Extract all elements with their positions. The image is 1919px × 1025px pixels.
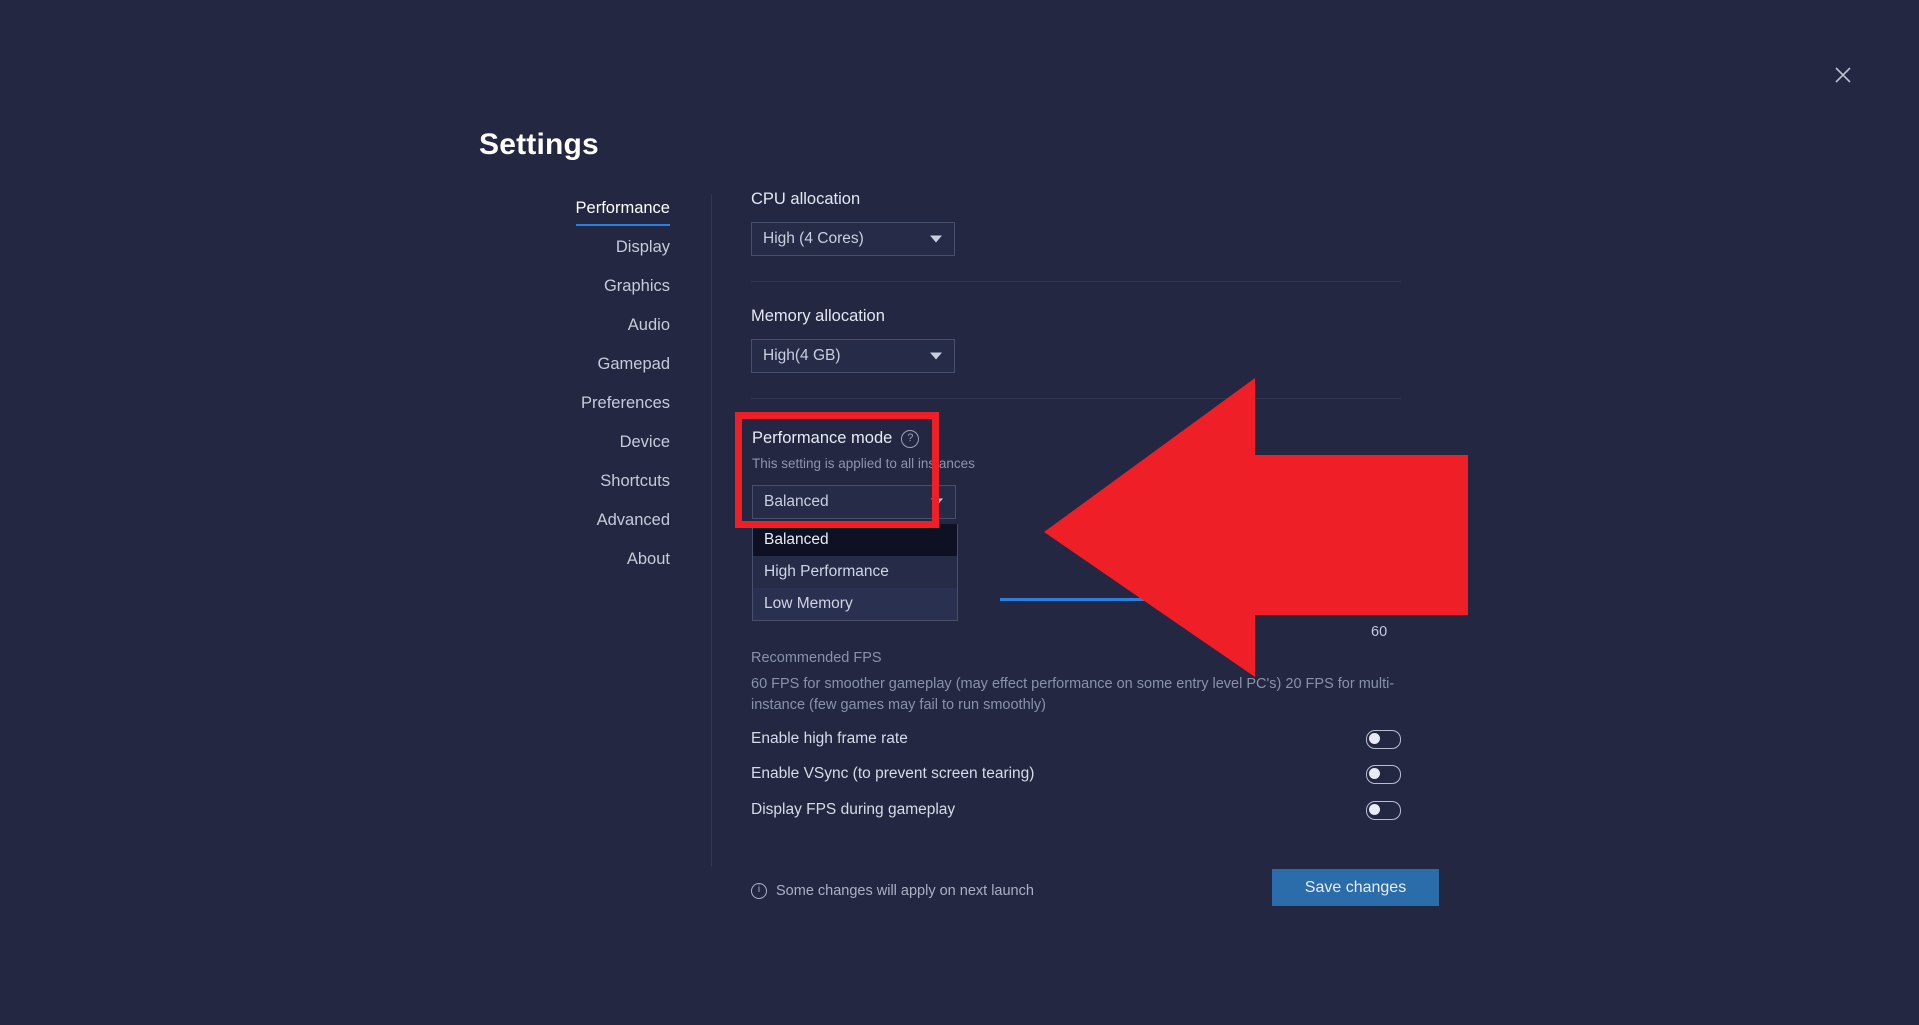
cpu-allocation-select[interactable]: High (4 Cores)	[751, 222, 955, 256]
sidebar-item-label: Performance	[576, 198, 670, 226]
sidebar-item-audio[interactable]: Audio	[410, 315, 670, 354]
page-title: Settings	[479, 128, 599, 162]
close-icon	[1833, 65, 1853, 85]
sidebar-item-performance[interactable]: Performance	[410, 198, 670, 237]
toggle-row-high-frame-rate: Enable high frame rate	[751, 728, 1401, 750]
toggle-label: Enable high frame rate	[751, 730, 908, 748]
dropdown-option-high-performance[interactable]: High Performance	[753, 556, 957, 588]
chevron-down-icon	[930, 236, 942, 243]
performance-mode-select[interactable]: Balanced	[752, 485, 956, 519]
fps-slider-handle[interactable]	[1380, 592, 1395, 607]
section-divider	[751, 398, 1401, 399]
fps-slider-track	[1000, 598, 1388, 601]
settings-sidebar: Performance Display Graphics Audio Gamep…	[410, 198, 670, 588]
sidebar-item-gamepad[interactable]: Gamepad	[410, 354, 670, 393]
sidebar-content-divider	[711, 194, 712, 866]
toggle-knob	[1369, 768, 1380, 779]
performance-settings-panel: CPU allocation High (4 Cores) Memory all…	[751, 190, 1401, 424]
memory-allocation-select[interactable]: High(4 GB)	[751, 339, 955, 373]
sidebar-item-device[interactable]: Device	[410, 432, 670, 471]
sidebar-item-graphics[interactable]: Graphics	[410, 276, 670, 315]
sidebar-item-advanced[interactable]: Advanced	[410, 510, 670, 549]
sidebar-item-shortcuts[interactable]: Shortcuts	[410, 471, 670, 510]
toggle-label: Enable VSync (to prevent screen tearing)	[751, 765, 1034, 783]
performance-mode-dropdown[interactable]: Balanced High Performance Low Memory	[752, 524, 958, 621]
performance-mode-label: Performance mode	[752, 429, 892, 448]
toggle-label: Display FPS during gameplay	[751, 801, 955, 819]
fps-slider-track-wrap[interactable]	[1000, 598, 1400, 602]
sidebar-item-preferences[interactable]: Preferences	[410, 393, 670, 432]
sidebar-item-label: Shortcuts	[600, 471, 670, 497]
toggle-row-display-fps: Display FPS during gameplay	[751, 799, 1401, 821]
toggle-knob	[1369, 804, 1380, 815]
recommended-fps-label: Recommended FPS	[751, 650, 882, 666]
close-window-button[interactable]	[1824, 56, 1862, 94]
sidebar-item-display[interactable]: Display	[410, 237, 670, 276]
footer-note-text: Some changes will apply on next launch	[776, 883, 1034, 899]
sidebar-item-label: Advanced	[597, 510, 670, 536]
save-changes-button[interactable]: Save changes	[1272, 869, 1439, 906]
memory-allocation-label: Memory allocation	[751, 307, 1401, 326]
performance-mode-value: Balanced	[764, 493, 829, 511]
toggle-knob	[1369, 733, 1380, 744]
performance-mode-description: This setting is applied to all instances	[752, 456, 1002, 471]
sidebar-item-label: Display	[616, 237, 670, 263]
sidebar-item-label: Gamepad	[598, 354, 670, 380]
sidebar-item-label: Audio	[628, 315, 670, 341]
recommended-fps-text: 60 FPS for smoother gameplay (may effect…	[751, 674, 1418, 716]
cpu-allocation-label: CPU allocation	[751, 190, 1401, 209]
high-frame-rate-toggle[interactable]	[1366, 730, 1401, 749]
fps-slider-value: 60	[1371, 624, 1387, 640]
cpu-allocation-value: High (4 Cores)	[763, 230, 864, 248]
memory-allocation-value: High(4 GB)	[763, 347, 841, 365]
chevron-down-icon	[930, 353, 942, 360]
performance-mode-group: Performance mode ? This setting is appli…	[752, 429, 1002, 519]
footer-note: i Some changes will apply on next launch	[751, 883, 1034, 899]
dropdown-option-low-memory[interactable]: Low Memory	[753, 588, 957, 620]
section-divider	[751, 281, 1401, 282]
sidebar-item-about[interactable]: About	[410, 549, 670, 588]
chevron-down-icon	[931, 499, 943, 506]
performance-mode-header: Performance mode ?	[752, 429, 1002, 448]
sidebar-item-label: Preferences	[581, 393, 670, 419]
sidebar-item-label: About	[627, 549, 670, 575]
toggle-row-vsync: Enable VSync (to prevent screen tearing)	[751, 763, 1401, 785]
sidebar-item-label: Device	[620, 432, 670, 458]
display-fps-toggle[interactable]	[1366, 801, 1401, 820]
info-icon: i	[751, 883, 767, 899]
vsync-toggle[interactable]	[1366, 765, 1401, 784]
help-icon[interactable]: ?	[901, 430, 919, 448]
sidebar-item-label: Graphics	[604, 276, 670, 302]
dropdown-option-balanced[interactable]: Balanced	[753, 524, 957, 556]
